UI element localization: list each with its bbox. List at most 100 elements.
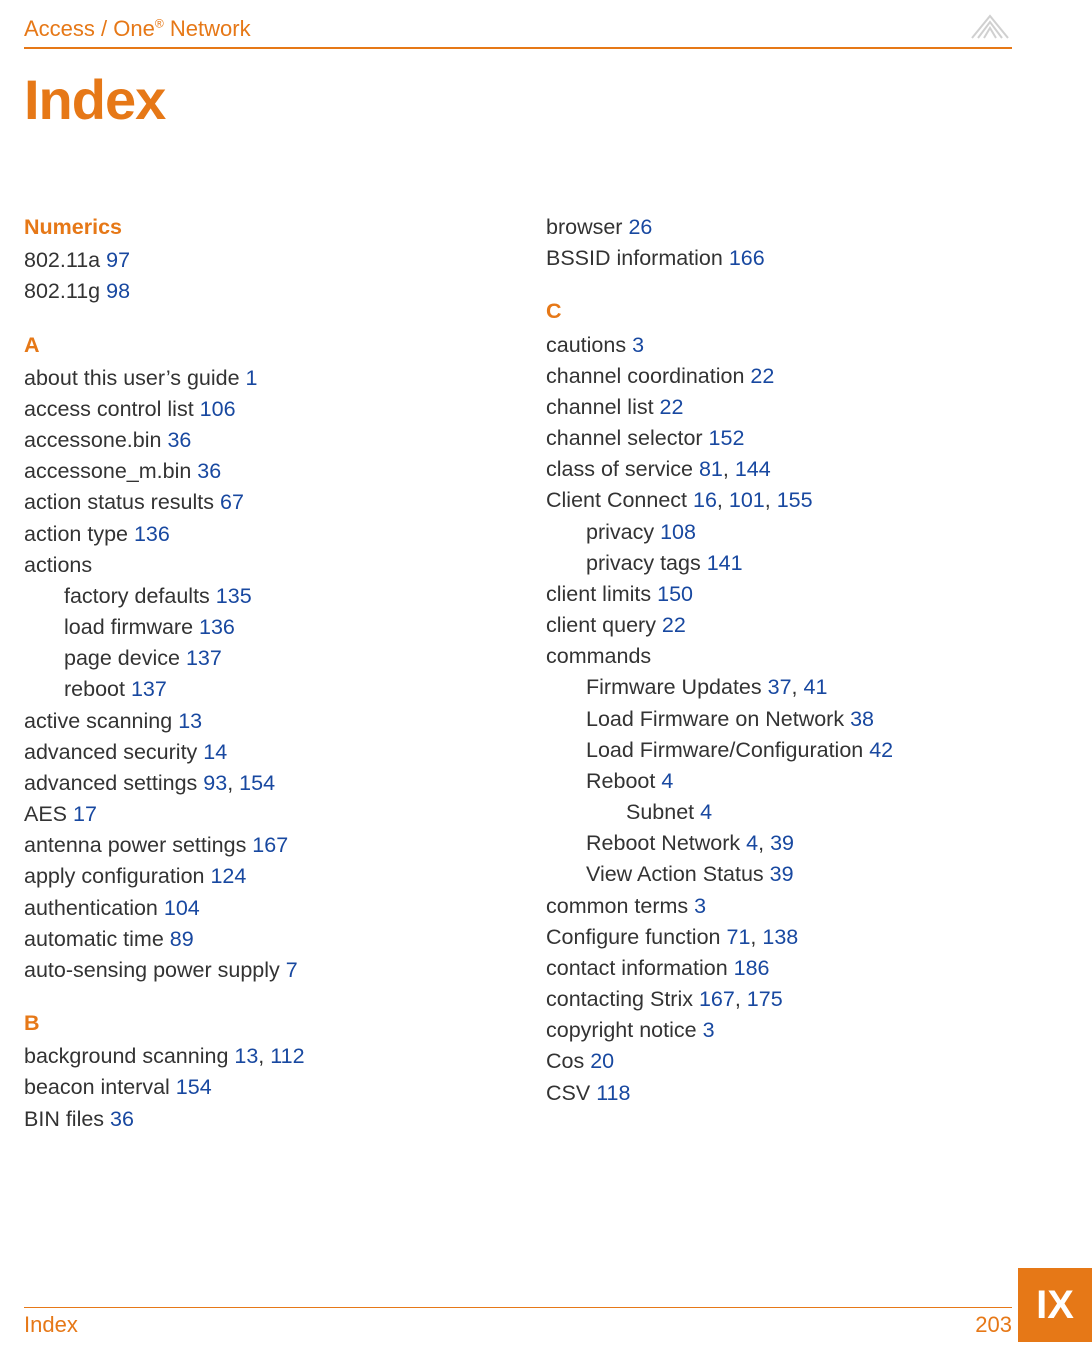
index-entry: actions: [24, 550, 490, 581]
index-entry-text: Load Firmware on Network: [586, 707, 850, 731]
index-page-link[interactable]: 22: [750, 364, 774, 388]
index-entry-text: BSSID information: [546, 246, 729, 270]
index-entry: 802.11g 98: [24, 276, 490, 307]
index-page-link[interactable]: 13: [234, 1044, 258, 1068]
index-entry: background scanning 13, 112: [24, 1041, 490, 1072]
index-entry-text: Client Connect: [546, 488, 693, 512]
index-page-link[interactable]: 4: [700, 800, 712, 824]
index-entry: beacon interval 154: [24, 1072, 490, 1103]
index-page-link[interactable]: 89: [170, 927, 194, 951]
index-entry: privacy tags 141: [546, 548, 1012, 579]
index-entry: client limits 150: [546, 579, 1012, 610]
index-page-link[interactable]: 3: [632, 333, 644, 357]
index-page-link[interactable]: 26: [628, 215, 652, 239]
index-entry: factory defaults 135: [24, 581, 490, 612]
index-page-link[interactable]: 104: [164, 896, 200, 920]
section-tab: IX: [1018, 1268, 1092, 1342]
index-page-link[interactable]: 17: [73, 802, 97, 826]
index-page-link[interactable]: 39: [770, 831, 794, 855]
index-entry: reboot 137: [24, 674, 490, 705]
index-page-link[interactable]: 136: [199, 615, 235, 639]
index-entry: apply configuration 124: [24, 861, 490, 892]
index-entry: page device 137: [24, 643, 490, 674]
index-entry: Load Firmware on Network 38: [546, 704, 1012, 735]
index-page-link[interactable]: 155: [777, 488, 813, 512]
index-page-link[interactable]: 71: [726, 925, 750, 949]
index-page-link[interactable]: 14: [203, 740, 227, 764]
index-page-link[interactable]: 36: [197, 459, 221, 483]
index-page-link[interactable]: 42: [869, 738, 893, 762]
index-page-link[interactable]: 118: [596, 1081, 630, 1105]
index-page-link[interactable]: 136: [134, 522, 170, 546]
index-entry-text: apply configuration: [24, 864, 210, 888]
index-page-link[interactable]: 97: [106, 248, 130, 272]
index-entry: automatic time 89: [24, 924, 490, 955]
index-entry: Subnet 4: [546, 797, 1012, 828]
index-page-link[interactable]: 112: [270, 1044, 304, 1068]
index-entry-text: 802.11g: [24, 279, 106, 303]
index-page-link[interactable]: 138: [762, 925, 798, 949]
index-page-link[interactable]: 186: [734, 956, 770, 980]
index-section-heading: C: [546, 296, 1012, 327]
index-page-link[interactable]: 4: [661, 769, 673, 793]
index-page-link[interactable]: 135: [216, 584, 252, 608]
index-page-link[interactable]: 106: [200, 397, 236, 421]
index-page-link[interactable]: 7: [286, 958, 298, 982]
index-entry-text: background scanning: [24, 1044, 234, 1068]
index-page-link[interactable]: 175: [747, 987, 783, 1011]
index-entry-text: Subnet: [626, 800, 700, 824]
index-page-link[interactable]: 101: [729, 488, 765, 512]
index-page-link[interactable]: 67: [220, 490, 244, 514]
section-tab-label: IX: [1036, 1283, 1074, 1328]
index-column-right: browser 26BSSID information 166Ccautions…: [546, 212, 1012, 1135]
index-entry-text: class of service: [546, 457, 699, 481]
index-page-link[interactable]: 81: [699, 457, 723, 481]
index-page-link[interactable]: 152: [709, 426, 745, 450]
index-page-link[interactable]: 137: [131, 677, 167, 701]
index-page-link[interactable]: 20: [590, 1049, 614, 1073]
index-page-link[interactable]: 108: [660, 520, 696, 544]
index-section-heading: B: [24, 1008, 490, 1039]
index-page-link[interactable]: 154: [176, 1075, 212, 1099]
index-page-link[interactable]: 4: [746, 831, 758, 855]
index-page-link[interactable]: 22: [660, 395, 684, 419]
index-page-link[interactable]: 93: [203, 771, 227, 795]
index-page-link[interactable]: 37: [768, 675, 792, 699]
index-page-link[interactable]: 38: [850, 707, 874, 731]
index-entry: action type 136: [24, 519, 490, 550]
index-entry-text: BIN files: [24, 1107, 110, 1131]
index-page-link[interactable]: 36: [110, 1107, 134, 1131]
index-entry-text: advanced security: [24, 740, 203, 764]
index-entry-text: accessone_m.bin: [24, 459, 197, 483]
index-page-link[interactable]: 22: [662, 613, 686, 637]
index-entry-text: access control list: [24, 397, 200, 421]
index-page-link[interactable]: 150: [657, 582, 693, 606]
index-page-link[interactable]: 36: [167, 428, 191, 452]
index-page-separator: ,: [765, 488, 777, 512]
index-page-link[interactable]: 16: [693, 488, 717, 512]
index-page-link[interactable]: 154: [239, 771, 275, 795]
index-page-link[interactable]: 41: [803, 675, 827, 699]
index-page-link[interactable]: 13: [178, 709, 202, 733]
index-columns: Numerics802.11a 97802.11g 98Aabout this …: [24, 212, 1012, 1135]
index-entry: Firmware Updates 37, 41: [546, 672, 1012, 703]
index-page-link[interactable]: 39: [770, 862, 794, 886]
index-page-link[interactable]: 3: [703, 1018, 715, 1042]
index-page-link[interactable]: 141: [707, 551, 743, 575]
index-page-link[interactable]: 167: [252, 833, 288, 857]
index-entry-text: action type: [24, 522, 134, 546]
index-entry-text: Configure function: [546, 925, 726, 949]
index-page-link[interactable]: 144: [735, 457, 771, 481]
index-page-link[interactable]: 167: [699, 987, 735, 1011]
index-page-link[interactable]: 166: [729, 246, 765, 270]
index-page-link[interactable]: 1: [246, 366, 258, 390]
index-page-link[interactable]: 124: [210, 864, 246, 888]
index-entry: antenna power settings 167: [24, 830, 490, 861]
index-page-link[interactable]: 98: [106, 279, 130, 303]
index-page-link[interactable]: 3: [694, 894, 706, 918]
index-page-link[interactable]: 137: [186, 646, 222, 670]
index-entry-text: load firmware: [64, 615, 199, 639]
index-entry: authentication 104: [24, 893, 490, 924]
index-entry: accessone_m.bin 36: [24, 456, 490, 487]
index-entry-text: privacy tags: [586, 551, 707, 575]
